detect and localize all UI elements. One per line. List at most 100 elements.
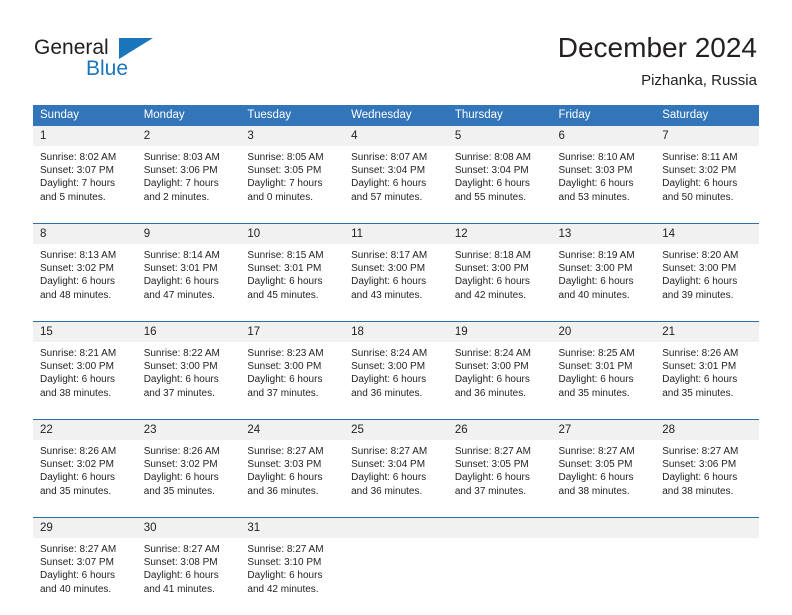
day-cell[interactable]: Sunrise: 8:24 AM Sunset: 3:00 PM Daylight:…	[344, 342, 448, 419]
day-cell[interactable]: Sunrise: 8:20 AM Sunset: 3:00 PM Daylight:…	[655, 244, 759, 321]
week-daynumber-row: 29 30 31	[33, 518, 759, 538]
day-daylight-text: Daylight: 6 hours	[558, 374, 634, 386]
day-sunset-text: Sunset: 3:05 PM	[558, 459, 633, 471]
day-cell[interactable]: Sunrise: 8:13 AM Sunset: 3:02 PM Daylight:…	[33, 244, 137, 321]
day-number[interactable]: 25	[344, 420, 448, 440]
week-daynumber-row: 1234567	[33, 126, 759, 146]
day-daylight-text: Daylight: 6 hours	[247, 374, 323, 386]
day-number[interactable]: 1	[33, 126, 137, 146]
day-daylight-text: and 5 minutes.	[40, 191, 106, 203]
day-number[interactable]: 2	[136, 126, 241, 146]
day-number[interactable]: 6	[551, 126, 656, 146]
day-sunrise-text: Sunrise: 8:08 AM	[454, 152, 531, 163]
day-daylight-text: Daylight: 6 hours	[351, 374, 427, 386]
day-daylight-text: Daylight: 6 hours	[454, 472, 530, 484]
day-sunset-text: Sunset: 3:04 PM	[351, 459, 426, 471]
day-sunset-text: Sunset: 3:02 PM	[662, 165, 737, 177]
day-cell[interactable]: Sunrise: 8:27 AM Sunset: 3:06 PM Daylight:…	[655, 440, 759, 517]
day-daylight-text: and 37 minutes.	[454, 485, 526, 497]
day-cell[interactable]: Sunrise: 8:11 AM Sunset: 3:02 PM Daylight:…	[655, 146, 759, 223]
day-number[interactable]: 11	[344, 224, 448, 244]
day-number[interactable]: 12	[447, 224, 552, 244]
day-cell[interactable]: Sunrise: 8:02 AM Sunset: 3:07 PM Daylight:…	[33, 146, 137, 223]
day-cell[interactable]: Sunrise: 8:03 AM Sunset: 3:06 PM Daylight:…	[137, 146, 241, 223]
day-number[interactable]: 21	[655, 322, 759, 342]
day-sunset-text: Sunset: 3:02 PM	[40, 263, 114, 275]
day-sunrise-text: Sunrise: 8:27 AM	[454, 446, 531, 457]
day-daylight-text: and 53 minutes.	[558, 191, 630, 203]
day-number[interactable]: 26	[447, 420, 552, 440]
brand-logo: General Blue	[34, 36, 214, 92]
day-cell[interactable]: Sunrise: 8:22 AM Sunset: 3:00 PM Daylight:…	[137, 342, 241, 419]
day-number[interactable]: 14	[655, 224, 759, 244]
day-number[interactable]: 27	[551, 420, 656, 440]
day-cell[interactable]: Sunrise: 8:21 AM Sunset: 3:00 PM Daylight:…	[33, 342, 137, 419]
day-cell[interactable]: Sunrise: 8:26 AM Sunset: 3:02 PM Daylight:…	[137, 440, 241, 517]
day-number[interactable]: 22	[33, 420, 137, 440]
day-cell[interactable]: Sunrise: 8:10 AM Sunset: 3:03 PM Daylight:…	[552, 146, 656, 223]
day-number[interactable]: 3	[240, 126, 345, 146]
day-sunset-text: Sunset: 3:06 PM	[143, 165, 218, 177]
day-sunset-text: Sunset: 3:07 PM	[40, 557, 114, 569]
weekday-header-tuesday: Tuesday	[240, 105, 345, 126]
day-number[interactable]: 13	[551, 224, 656, 244]
day-number[interactable]: 18	[344, 322, 448, 342]
day-number[interactable]: 7	[655, 126, 759, 146]
day-sunset-text: Sunset: 3:00 PM	[454, 361, 529, 373]
day-cell[interactable]: Sunrise: 8:14 AM Sunset: 3:01 PM Daylight:…	[137, 244, 241, 321]
day-cell[interactable]: Sunrise: 8:26 AM Sunset: 3:02 PM Daylight:…	[33, 440, 137, 517]
day-number[interactable]: 24	[240, 420, 345, 440]
day-cell[interactable]: Sunrise: 8:27 AM Sunset: 3:03 PM Daylight:…	[240, 440, 344, 517]
day-daylight-text: Daylight: 6 hours	[558, 472, 634, 484]
day-number[interactable]: 23	[136, 420, 241, 440]
page-title: December 2024	[557, 32, 757, 63]
day-cell[interactable]: Sunrise: 8:27 AM Sunset: 3:10 PM Daylight:…	[240, 538, 344, 615]
day-number[interactable]: 19	[447, 322, 552, 342]
day-cell[interactable]: Sunrise: 8:18 AM Sunset: 3:00 PM Daylight:…	[448, 244, 552, 321]
day-cell[interactable]: Sunrise: 8:27 AM Sunset: 3:05 PM Daylight:…	[448, 440, 552, 517]
day-daylight-text: and 35 minutes.	[558, 387, 630, 399]
day-sunrise-text: Sunrise: 8:26 AM	[40, 446, 117, 457]
brand-name-blue: Blue	[86, 57, 129, 80]
day-number[interactable]: 17	[240, 322, 345, 342]
day-cell[interactable]: Sunrise: 8:05 AM Sunset: 3:05 PM Daylight:…	[240, 146, 344, 223]
day-cell[interactable]: Sunrise: 8:23 AM Sunset: 3:00 PM Daylight:…	[240, 342, 344, 419]
day-sunrise-text: Sunrise: 8:19 AM	[558, 250, 635, 261]
day-cell[interactable]: Sunrise: 8:25 AM Sunset: 3:01 PM Daylight:…	[552, 342, 656, 419]
day-number[interactable]: 4	[344, 126, 448, 146]
day-cell[interactable]: Sunrise: 8:08 AM Sunset: 3:04 PM Daylight:…	[448, 146, 552, 223]
day-cell[interactable]: Sunrise: 8:15 AM Sunset: 3:01 PM Daylight:…	[240, 244, 344, 321]
day-daylight-text: and 38 minutes.	[558, 485, 630, 497]
day-cell[interactable]: Sunrise: 8:07 AM Sunset: 3:04 PM Daylight:…	[344, 146, 448, 223]
day-sunset-text: Sunset: 3:02 PM	[143, 459, 218, 471]
day-cell[interactable]: Sunrise: 8:26 AM Sunset: 3:01 PM Daylight:…	[655, 342, 759, 419]
day-cell[interactable]: Sunrise: 8:27 AM Sunset: 3:04 PM Daylight:…	[344, 440, 448, 517]
day-cell[interactable]: Sunrise: 8:17 AM Sunset: 3:00 PM Daylight:…	[344, 244, 448, 321]
day-sunrise-text: Sunrise: 8:11 AM	[662, 152, 738, 163]
day-daylight-text: Daylight: 6 hours	[351, 276, 427, 288]
day-cell[interactable]: Sunrise: 8:27 AM Sunset: 3:07 PM Daylight:…	[33, 538, 137, 615]
day-number[interactable]: 16	[136, 322, 241, 342]
week-detail-row: Sunrise: 8:21 AM Sunset: 3:00 PM Daylight:…	[33, 342, 759, 419]
day-number[interactable]: 8	[33, 224, 137, 244]
day-number[interactable]: 15	[33, 322, 137, 342]
day-number[interactable]: 28	[655, 420, 759, 440]
day-number[interactable]: 9	[136, 224, 241, 244]
day-number[interactable]: 5	[447, 126, 552, 146]
day-number[interactable]: 29	[33, 518, 137, 538]
day-cell[interactable]: Sunrise: 8:27 AM Sunset: 3:08 PM Daylight:…	[137, 538, 241, 615]
week-detail-row: Sunrise: 8:26 AM Sunset: 3:02 PM Daylight:…	[33, 440, 759, 517]
day-number[interactable]: 20	[551, 322, 656, 342]
day-cell[interactable]: Sunrise: 8:24 AM Sunset: 3:00 PM Daylight:…	[448, 342, 552, 419]
week-daynumber-row: 22 23 24 25 26 27 28	[33, 420, 759, 440]
day-number[interactable]: 10	[240, 224, 345, 244]
day-cell[interactable]: Sunrise: 8:27 AM Sunset: 3:05 PM Daylight:…	[552, 440, 656, 517]
day-sunrise-text: Sunrise: 8:26 AM	[662, 348, 739, 359]
day-daylight-text: and 42 minutes.	[247, 583, 319, 595]
day-daylight-text: Daylight: 6 hours	[40, 472, 116, 484]
day-number[interactable]: 30	[136, 518, 241, 538]
day-daylight-text: and 38 minutes.	[40, 387, 112, 399]
day-number[interactable]: 31	[240, 518, 345, 538]
day-sunset-text: Sunset: 3:06 PM	[662, 459, 737, 471]
day-cell[interactable]: Sunrise: 8:19 AM Sunset: 3:00 PM Daylight:…	[552, 244, 656, 321]
